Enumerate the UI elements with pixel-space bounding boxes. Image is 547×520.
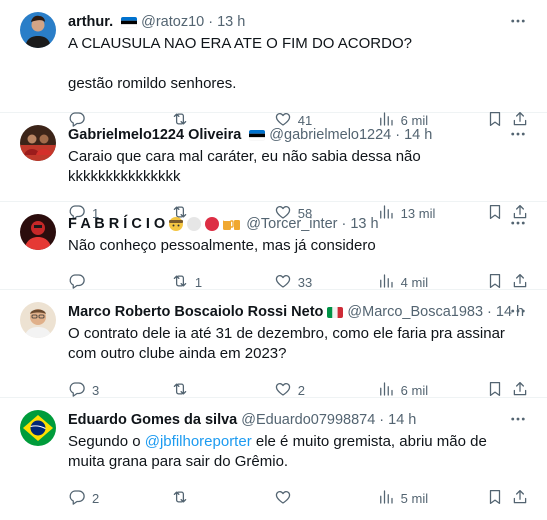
share-button[interactable] (511, 488, 531, 509)
tweet[interactable]: arthur. @ratoz10 · 13 h A CLAUSULA NAO E… (0, 0, 547, 128)
tweet-line: Caraio que cara mal caráter, eu não sabi… (68, 148, 421, 185)
views-count: 6 mil (400, 382, 429, 398)
tweet-text: Segundo o @jbfilhoreporter ele é muito g… (68, 432, 531, 472)
reply-icon (68, 488, 86, 509)
estonia-flag-icon (245, 129, 266, 141)
tweet-line: gestão romildo senhores. (68, 75, 237, 92)
retweet-count: 1 (194, 274, 203, 290)
tweet[interactable]: Eduardo Gomes da silva @Eduardo07998874 … (0, 398, 547, 518)
tweet-text: Não conheço pessoalmente, mas já conside… (68, 236, 531, 256)
replies-feed: arthur. @ratoz10 · 13 h A CLAUSULA NAO E… (0, 0, 547, 518)
like-count: 33 (297, 274, 313, 290)
bookmark-icon (486, 488, 504, 509)
avatar[interactable] (20, 410, 56, 446)
mention-link[interactable]: @jbfilhoreporter (145, 433, 252, 450)
estonia-flag-icon (117, 16, 138, 28)
tweet-line: A CLAUSULA NAO ERA ATE O FIM DO ACORDO? (68, 35, 412, 52)
separator-dot: · (208, 14, 214, 30)
avatar[interactable] (20, 302, 56, 338)
separator-dot: · (395, 127, 401, 143)
tweet-text-prefix: Segundo o (68, 433, 145, 450)
views-button[interactable]: 5 mil (377, 488, 486, 509)
display-name[interactable]: F A B R Í C I O (68, 216, 165, 232)
user-handle[interactable]: @gabrielmelo1224 (269, 127, 391, 143)
views-chart-icon (377, 488, 395, 509)
action-bar: 2 5 mil (68, 476, 531, 520)
share-icon (511, 488, 529, 509)
tweet-line: Segundo o @jbfilhoreporter ele é muito g… (68, 432, 505, 472)
tweet[interactable]: F A B R Í C I O @Torcer_inter · 13 h Não… (0, 202, 547, 290)
reply-count: 2 (92, 490, 100, 506)
display-name[interactable]: Gabrielmelo1224 Oliveira (68, 127, 241, 143)
more-dots-icon[interactable] (509, 12, 527, 30)
display-name[interactable]: arthur. (68, 14, 113, 30)
like-count: 2 (297, 382, 306, 398)
tweet[interactable]: Marco Roberto Boscaiolo Rossi Neto @Marc… (0, 290, 547, 398)
tweet-line: O contrato dele ia até 31 de dezembro, c… (68, 325, 505, 362)
views-count: 5 mil (400, 490, 429, 506)
avatar[interactable] (20, 214, 56, 250)
emoji-group-icon (168, 216, 242, 232)
more-dots-icon[interactable] (509, 125, 527, 143)
avatar[interactable] (20, 12, 56, 48)
separator-dot: · (487, 304, 492, 320)
more-dots-icon[interactable] (509, 302, 527, 320)
avatar[interactable] (20, 125, 56, 161)
reply-count: 3 (92, 382, 100, 398)
tweet-text: A CLAUSULA NAO ERA ATE O FIM DO ACORDO? … (68, 34, 531, 94)
heart-icon (274, 488, 292, 509)
italy-flag-icon (327, 306, 344, 318)
tweet-text: O contrato dele ia até 31 de dezembro, c… (68, 324, 531, 364)
more-dots-icon[interactable] (509, 214, 527, 232)
tweet-line: Não conheço pessoalmente, mas já conside… (68, 237, 376, 254)
tweet[interactable]: Gabrielmelo1224 Oliveira @gabrielmelo122… (0, 113, 547, 221)
timestamp[interactable]: 13 h (350, 216, 378, 232)
separator-dot: · (379, 412, 385, 428)
timestamp[interactable]: 14 h (388, 412, 416, 428)
bookmark-button[interactable] (486, 488, 512, 509)
display-name[interactable]: Eduardo Gomes da silva (68, 412, 237, 428)
reply-button[interactable]: 2 (68, 488, 171, 509)
retweet-button[interactable] (171, 488, 274, 509)
user-handle[interactable]: @Eduardo07998874 (241, 412, 375, 428)
timestamp[interactable]: 13 h (217, 14, 245, 30)
user-handle[interactable]: @ratoz10 (141, 14, 204, 30)
separator-dot: · (341, 216, 347, 232)
tweet-text: Caraio que cara mal caráter, eu não sabi… (68, 147, 531, 187)
user-handle[interactable]: @Torcer_inter (246, 216, 337, 232)
like-button[interactable] (274, 488, 377, 509)
retweet-icon (171, 488, 189, 509)
views-count: 4 mil (400, 274, 429, 290)
display-name[interactable]: Marco Roberto Boscaiolo Rossi Neto (68, 304, 323, 320)
user-handle[interactable]: @Marco_Bosca1983 (347, 304, 483, 320)
more-dots-icon[interactable] (509, 410, 527, 428)
timestamp[interactable]: 14 h (404, 127, 432, 143)
